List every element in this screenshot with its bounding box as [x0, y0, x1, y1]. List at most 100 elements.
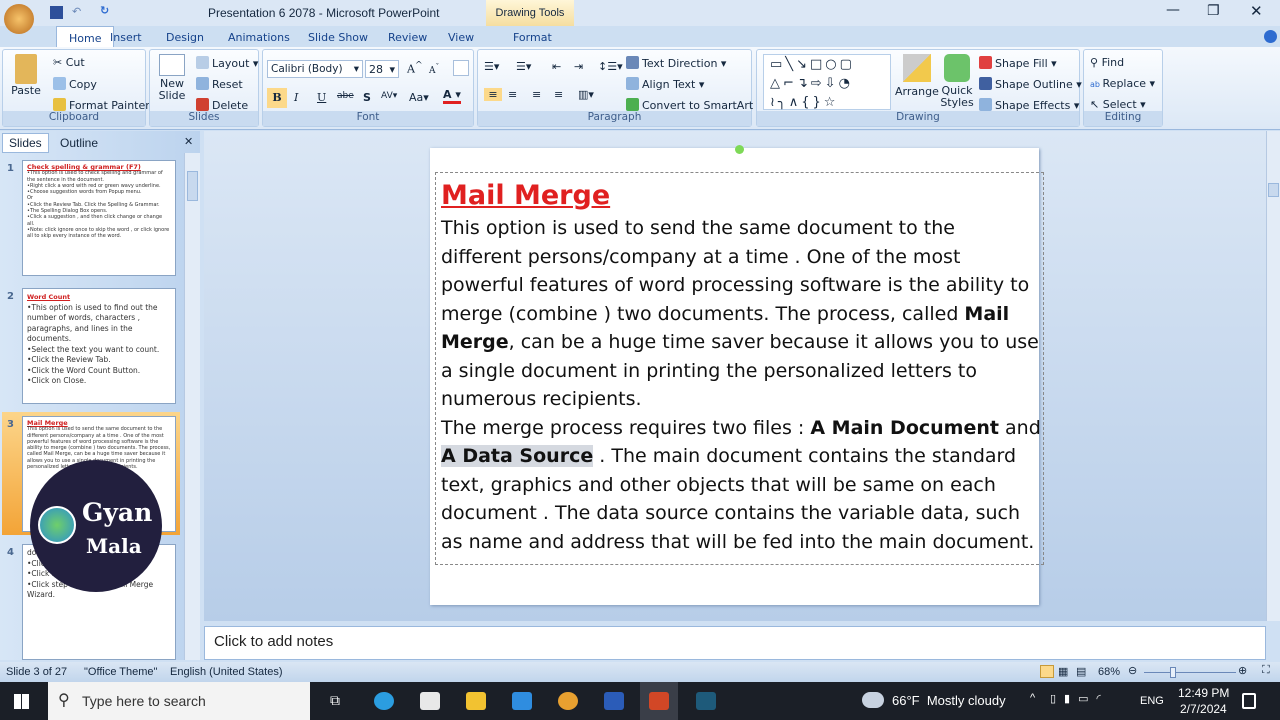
zoom-level[interactable]: 68%: [1098, 666, 1120, 678]
layout-button[interactable]: Layout ▾: [196, 56, 258, 70]
tab-animations[interactable]: Animations: [220, 29, 298, 46]
underline-button[interactable]: U: [317, 91, 326, 104]
text-direction-button[interactable]: Text Direction ▾: [626, 56, 726, 70]
notes-pane[interactable]: Click to add notes: [204, 626, 1266, 660]
new-slide-button[interactable]: New Slide: [154, 54, 190, 102]
weather-text[interactable]: 66°F Mostly cloudy: [892, 693, 1006, 708]
reset-button[interactable]: Reset: [196, 77, 243, 91]
slide-thumbnail-1[interactable]: Check spelling & grammar (F7) •This optio…: [22, 160, 176, 276]
convert-smartart-button[interactable]: Convert to SmartArt ▾: [626, 98, 762, 112]
paragraph-1[interactable]: This option is used to send the same doc…: [441, 214, 1041, 414]
search-box[interactable]: ⚲ Type here to search: [48, 682, 310, 720]
notifications-icon[interactable]: [1242, 693, 1256, 709]
fit-window-button[interactable]: ⛶: [1262, 664, 1270, 677]
mail-icon[interactable]: [512, 692, 532, 710]
zoom-slider[interactable]: [1144, 672, 1236, 673]
shapes-gallery[interactable]: ▭╲↘□○▢ △⌐↴⇨⇩◔ ≀╮∧{}☆: [763, 54, 891, 110]
windows-start-button[interactable]: [14, 694, 29, 709]
change-case-button[interactable]: Aa▾: [409, 91, 429, 104]
tab-format[interactable]: Format: [505, 29, 560, 46]
redo-icon[interactable]: ↻: [100, 4, 109, 17]
font-color-button[interactable]: A ▾: [443, 88, 461, 104]
shape-outline-button[interactable]: Shape Outline ▾: [979, 77, 1082, 91]
normal-view-button[interactable]: [1040, 665, 1054, 678]
quick-styles-button[interactable]: Quick Styles: [939, 54, 975, 109]
align-left-button[interactable]: ≡: [484, 88, 502, 101]
close-pane-icon[interactable]: ✕: [184, 135, 193, 148]
decrease-indent-button[interactable]: ⇤: [552, 60, 561, 73]
delete-button[interactable]: Delete: [196, 98, 248, 112]
italic-button[interactable]: I: [294, 91, 298, 104]
grow-font-button[interactable]: A^: [407, 60, 423, 76]
powerpoint-taskbar-active[interactable]: [640, 682, 678, 720]
file-explorer-icon[interactable]: [466, 692, 486, 710]
paste-button[interactable]: Paste: [11, 54, 41, 97]
tab-review[interactable]: Review: [380, 29, 435, 46]
numbering-button[interactable]: ☰▾: [516, 60, 531, 73]
strikethrough-button[interactable]: abe: [337, 91, 354, 101]
language[interactable]: English (United States): [170, 666, 283, 678]
pane-scrollbar[interactable]: [184, 153, 200, 660]
increase-indent-button[interactable]: ⇥: [574, 60, 583, 73]
workspace-scrollbar[interactable]: [1266, 131, 1280, 621]
undo-icon[interactable]: ↶: [72, 5, 81, 18]
word-icon[interactable]: [604, 692, 624, 710]
justify-button[interactable]: ≡: [554, 88, 563, 101]
help-icon[interactable]: [1264, 30, 1277, 43]
tab-outline[interactable]: Outline: [52, 134, 106, 152]
shape-fill-button[interactable]: Shape Fill ▾: [979, 56, 1057, 70]
find-button[interactable]: ⚲ Find: [1090, 56, 1124, 69]
slide-text-body[interactable]: Mail Merge This option is used to send t…: [441, 178, 1041, 556]
arrange-button[interactable]: Arrange: [895, 54, 939, 98]
edge-icon[interactable]: [374, 692, 394, 710]
align-right-button[interactable]: ≡: [532, 88, 541, 101]
bullets-button[interactable]: ☰▾: [484, 60, 499, 73]
line-spacing-button[interactable]: ↕☰▾: [598, 60, 623, 73]
rotate-handle[interactable]: [735, 145, 744, 154]
store-icon[interactable]: [420, 692, 440, 710]
tab-view[interactable]: View: [440, 29, 482, 46]
align-text-button[interactable]: Align Text ▾: [626, 77, 704, 91]
office-button[interactable]: [4, 4, 34, 34]
slide-title[interactable]: Mail Merge: [441, 178, 1041, 214]
clock-time[interactable]: 12:49 PM: [1178, 686, 1229, 700]
tab-insert[interactable]: Insert: [102, 29, 150, 46]
tab-design[interactable]: Design: [158, 29, 212, 46]
zoom-in-button[interactable]: ⊕: [1238, 664, 1247, 677]
workspace-scroll-thumb[interactable]: [1268, 183, 1279, 197]
tray-chevron-icon[interactable]: ^: [1030, 692, 1035, 704]
maximize-button[interactable]: ❐: [1207, 3, 1220, 19]
paragraph-2[interactable]: The merge process requires two files : A…: [441, 414, 1041, 557]
slide-thumbnail-2[interactable]: Word Count •This option is used to find o…: [22, 288, 176, 404]
close-button[interactable]: ✕: [1250, 2, 1263, 20]
language-indicator[interactable]: ENG: [1140, 695, 1164, 707]
shadow-button[interactable]: S: [363, 91, 371, 104]
clear-format-button[interactable]: [453, 60, 469, 76]
zoom-slider-thumb[interactable]: [1170, 667, 1176, 678]
bold-button[interactable]: B: [267, 88, 287, 108]
font-size-select[interactable]: 28 ▾: [365, 60, 399, 78]
tray-icons[interactable]: ▯▮▭◜: [1050, 692, 1109, 705]
slide-sorter-button[interactable]: ▦: [1058, 665, 1068, 678]
copy-button[interactable]: Copy: [53, 77, 97, 91]
spacing-button[interactable]: AV▾: [381, 91, 397, 101]
tab-slides[interactable]: Slides: [2, 133, 49, 153]
save-icon[interactable]: [50, 6, 63, 19]
tab-slide-show[interactable]: Slide Show: [300, 29, 376, 46]
clock-date[interactable]: 2/7/2024: [1180, 702, 1227, 716]
cut-button[interactable]: ✂ Cut: [53, 56, 85, 69]
pane-scroll-thumb[interactable]: [187, 171, 198, 201]
font-name-select[interactable]: Calibri (Body) ▾: [267, 60, 363, 78]
slideshow-view-button[interactable]: ▤: [1076, 665, 1086, 678]
shrink-font-button[interactable]: Aˇ: [429, 62, 439, 76]
shape-effects-button[interactable]: Shape Effects ▾: [979, 98, 1079, 112]
task-view-icon[interactable]: ⧉: [330, 692, 340, 709]
align-center-button[interactable]: ≡: [508, 88, 517, 101]
select-button[interactable]: ↖ Select ▾: [1090, 98, 1146, 111]
format-painter-button[interactable]: Format Painter: [53, 98, 150, 112]
columns-button[interactable]: ▥▾: [578, 88, 594, 101]
app-icon[interactable]: [696, 692, 716, 710]
minimize-button[interactable]: —: [1166, 2, 1180, 18]
replace-button[interactable]: ab Replace ▾: [1090, 77, 1155, 90]
zoom-out-button[interactable]: ⊖: [1128, 664, 1137, 677]
